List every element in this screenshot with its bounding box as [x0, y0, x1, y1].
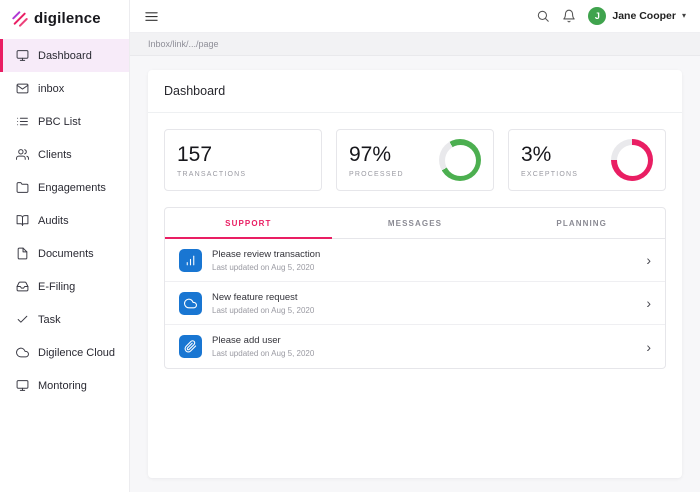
message-text: New feature request Last updated on Aug 5…: [212, 292, 314, 315]
page-title: Dashboard: [148, 70, 682, 113]
bell-icon[interactable]: [562, 9, 576, 23]
content-column: J Jane Cooper ▾ Inbox/link/.../page Dash…: [130, 0, 700, 492]
message-subtitle: Last updated on Aug 5, 2020: [212, 349, 315, 358]
sidebar-item-label: Documents: [38, 247, 94, 260]
sidebar-item-label: PBC List: [38, 115, 81, 128]
progress-ring: [439, 139, 481, 181]
attachment-icon: [179, 335, 202, 358]
digilence-logo-icon: [12, 10, 28, 27]
search-icon[interactable]: [536, 9, 550, 23]
stat-card-exceptions: 3% EXCEPTIONS: [508, 129, 666, 191]
tab-planning[interactable]: PLANNING: [498, 208, 665, 239]
list-item[interactable]: Please add user Last updated on Aug 5, 20…: [165, 325, 665, 368]
sidebar-item-label: Task: [38, 313, 61, 326]
sidebar-item-documents[interactable]: Documents: [0, 237, 129, 270]
sidebar-item-label: Engagements: [38, 181, 106, 194]
sidebar-item-pbc-list[interactable]: PBC List: [0, 105, 129, 138]
cloud-icon: [16, 346, 29, 359]
stat-value: 3%: [521, 142, 552, 166]
main-area: Dashboard 157 TRANSACTIONS 97% PROCESSED 3% E…: [130, 56, 700, 492]
sidebar-item-audits[interactable]: Audits: [0, 204, 129, 237]
message-text: Please add user Last updated on Aug 5, 20…: [212, 335, 314, 358]
sidebar-item-label: Audits: [38, 214, 69, 227]
users-icon: [16, 148, 29, 161]
ring-hole: [616, 144, 648, 176]
cloud-upload-icon: [179, 291, 202, 315]
tabs-panel: SUPPORT MESSAGES PLANNING Please review tr…: [164, 207, 666, 369]
message-list: Please review transaction Last updated on…: [165, 239, 665, 368]
sidebar-item-digilence-cloud[interactable]: Digilence Cloud: [0, 336, 129, 369]
stat-label: TRANSACTIONS: [177, 170, 247, 178]
topbar: J Jane Cooper ▾: [130, 0, 700, 33]
bar-chart-icon: [179, 248, 202, 272]
folder-icon: [16, 181, 29, 194]
logo[interactable]: digilence: [0, 0, 129, 39]
chevron-right-icon: ›: [646, 338, 651, 355]
stat-value: 97%: [349, 142, 392, 166]
sidebar-item-clients[interactable]: Clients: [0, 138, 129, 171]
sidebar-item-engagements[interactable]: Engagements: [0, 171, 129, 204]
list-icon: [16, 115, 29, 128]
sidebar: digilence Dashboard inbox PBC List Clients E…: [0, 0, 130, 492]
message-title: New feature request: [212, 291, 298, 303]
sidebar-item-e-filing[interactable]: E-Filing: [0, 270, 129, 303]
chevron-right-icon: ›: [646, 252, 651, 268]
list-item[interactable]: New feature request Last updated on Aug 5…: [165, 282, 665, 325]
stat-label: PROCESSED: [349, 170, 404, 178]
progress-ring: [611, 139, 653, 181]
message-title: Please review transaction: [212, 248, 321, 260]
stat-label: EXCEPTIONS: [521, 170, 579, 178]
stat-card-processed: 97% PROCESSED: [336, 129, 494, 191]
stat-value: 157: [177, 142, 213, 166]
menu-icon[interactable]: [144, 9, 159, 24]
mail-icon: [16, 82, 29, 95]
user-menu[interactable]: J Jane Cooper ▾: [588, 7, 686, 25]
ring-hole: [444, 144, 476, 176]
sidebar-item-dashboard[interactable]: Dashboard: [0, 39, 129, 72]
stat-card-transactions: 157 TRANSACTIONS: [164, 129, 322, 191]
message-text: Please review transaction Last updated on…: [212, 249, 320, 272]
sidebar-item-task[interactable]: Task: [0, 303, 129, 336]
check-icon: [16, 313, 29, 326]
card-body: 157 TRANSACTIONS 97% PROCESSED 3% EXCEPTIONS …: [148, 113, 682, 385]
topbar-actions: J Jane Cooper ▾: [536, 7, 686, 25]
sidebar-item-label: Dashboard: [38, 49, 92, 62]
stats-row: 157 TRANSACTIONS 97% PROCESSED 3% EXCEPTIONS: [164, 129, 666, 191]
monitor-icon: [16, 379, 29, 392]
dashboard-card: Dashboard 157 TRANSACTIONS 97% PROCESSED 3% E…: [148, 70, 682, 478]
sidebar-item-label: inbox: [38, 82, 65, 95]
tab-messages[interactable]: MESSAGES: [332, 208, 499, 239]
sidebar-item-label: Montoring: [38, 379, 87, 392]
sidebar-item-montoring[interactable]: Montoring: [0, 369, 129, 402]
message-title: Please add user: [212, 335, 281, 346]
list-item[interactable]: Please review transaction Last updated on…: [165, 239, 665, 282]
sidebar-item-label: Digilence Cloud: [38, 346, 116, 359]
tabs: SUPPORT MESSAGES PLANNING: [165, 208, 665, 239]
sidebar-item-inbox[interactable]: inbox: [0, 72, 129, 105]
message-subtitle: Last updated on Aug 5, 2020: [212, 305, 315, 315]
user-name: Jane Cooper: [612, 10, 676, 22]
dashboard-icon: [16, 49, 29, 62]
tab-support[interactable]: SUPPORT: [165, 208, 332, 239]
sidebar-item-label: E-Filing: [38, 280, 76, 293]
avatar: J: [588, 7, 607, 25]
sidebar-item-label: Clients: [38, 148, 72, 161]
sidebar-nav: Dashboard inbox PBC List Clients Engagements…: [0, 39, 129, 402]
inbox-tray-icon: [16, 280, 29, 293]
breadcrumb[interactable]: Inbox/link/.../page: [130, 33, 700, 56]
chevron-down-icon: ▾: [681, 11, 686, 20]
book-icon: [16, 214, 29, 227]
brand-name: digilence: [34, 10, 101, 27]
chevron-right-icon: ›: [646, 295, 651, 311]
document-icon: [16, 247, 29, 260]
message-subtitle: Last updated on Aug 5, 2020: [212, 262, 315, 272]
